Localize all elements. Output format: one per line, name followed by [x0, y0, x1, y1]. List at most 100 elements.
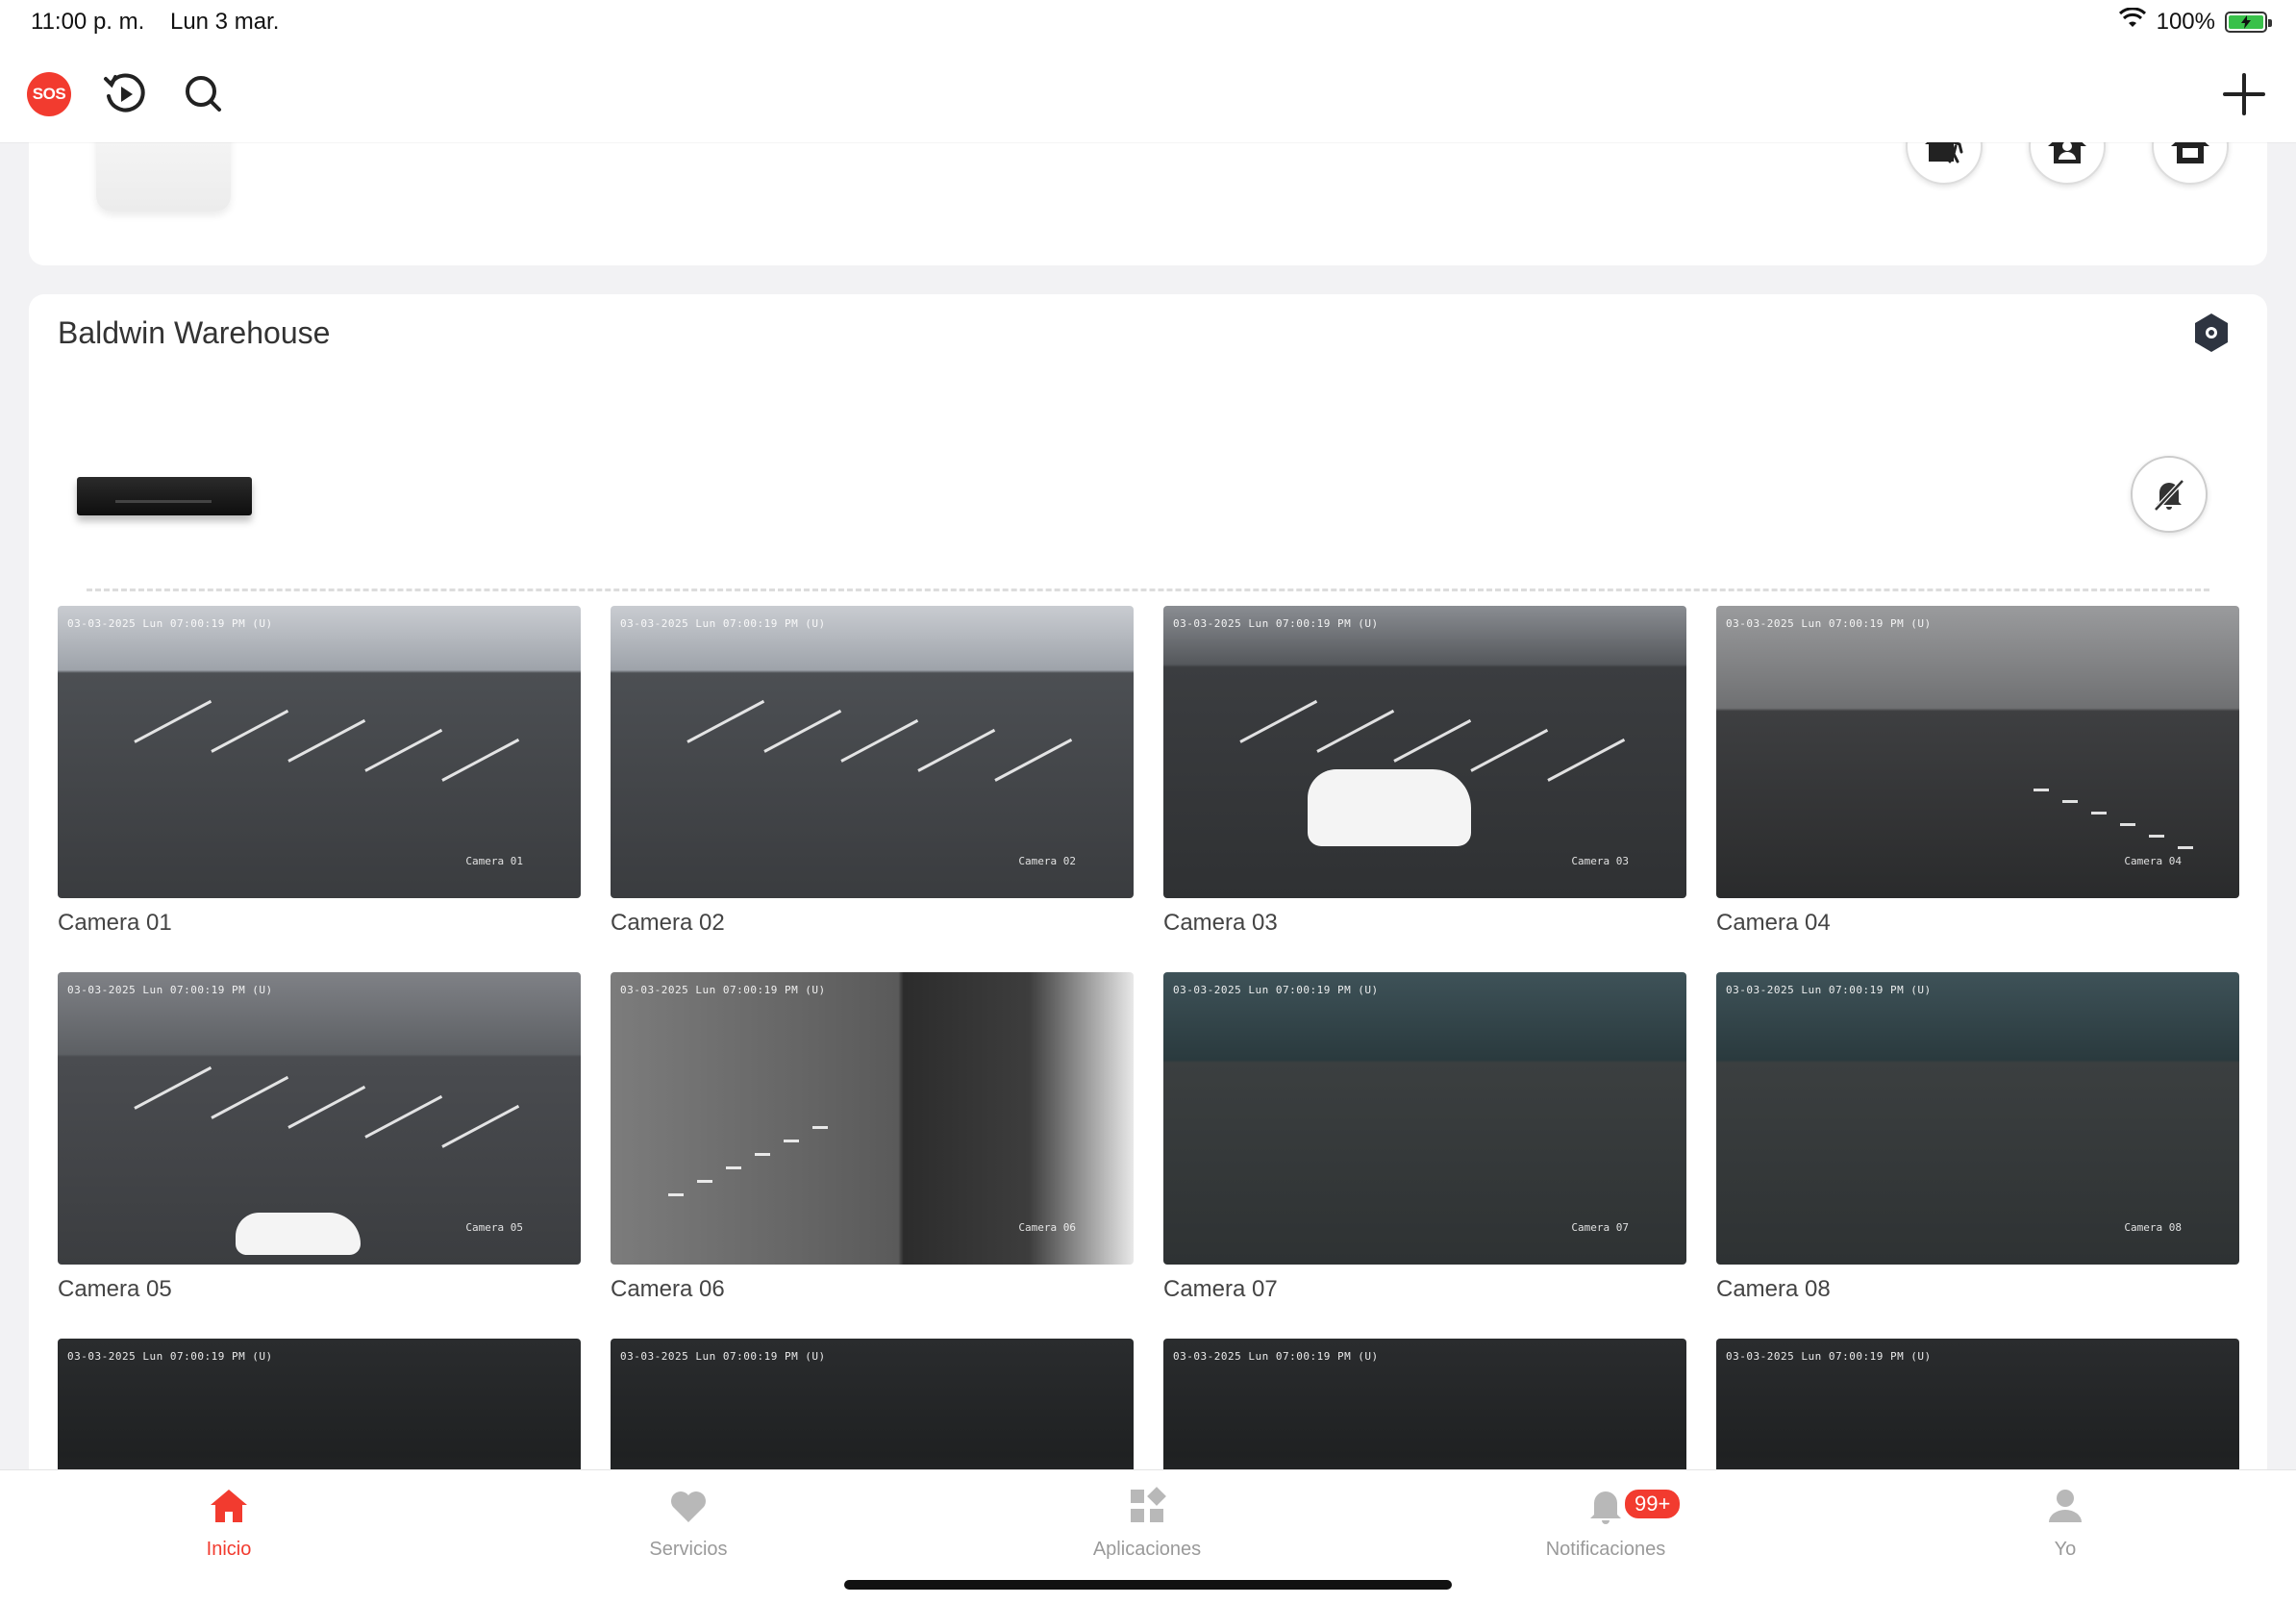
camera-tile[interactable]: 03-03-2025 Lun 07:00:19 PM (U) Camera 06 C…: [611, 972, 1134, 1303]
camera-tile[interactable]: 03-03-2025 Lun 07:00:19 PM (U) Camera 01 C…: [58, 606, 581, 937]
reflector-strip: [726, 1166, 741, 1169]
camera-osd-label: Camera 04: [2124, 855, 2182, 867]
camera-tile[interactable]: 03-03-2025 Lun 07:00:19 PM (U) Camera 04 C…: [1716, 606, 2239, 937]
status-clock: 11:00 p. m.: [31, 9, 145, 35]
tab-notificaciones[interactable]: Notificaciones 99+: [1461, 1484, 1750, 1561]
camera-tile[interactable]: 03-03-2025 Lun 07:00:19 PM (U): [1716, 1339, 2239, 1469]
reflector-strip: [668, 1193, 684, 1196]
camera-tile[interactable]: 03-03-2025 Lun 07:00:19 PM (U) Camera 03 C…: [1163, 606, 1686, 937]
tab-label: Notificaciones: [1545, 1539, 1666, 1560]
camera-thumbnail[interactable]: 03-03-2025 Lun 07:00:19 PM (U) Camera 04: [1716, 606, 2239, 898]
search-icon[interactable]: [179, 69, 229, 119]
parking-line: [917, 728, 996, 772]
camera-osd-label: Camera 06: [1018, 1221, 1076, 1234]
reflector-strip: [2120, 823, 2135, 826]
parking-line: [441, 738, 520, 782]
camera-thumbnail[interactable]: 03-03-2025 Lun 07:00:19 PM (U) Camera 08: [1716, 972, 2239, 1265]
tab-label: Inicio: [206, 1539, 252, 1560]
bell-off-icon: [2154, 479, 2184, 512]
camera-timestamp: 03-03-2025 Lun 07:00:19 PM (U): [620, 984, 826, 996]
camera-osd-label: Camera 05: [465, 1221, 523, 1234]
wifi-icon: [2118, 7, 2147, 36]
camera-name: Camera 08: [1716, 1276, 1831, 1302]
away-mode-button[interactable]: [1906, 142, 1983, 185]
parking-line: [287, 718, 366, 763]
camera-timestamp: 03-03-2025 Lun 07:00:19 PM (U): [1726, 984, 1932, 996]
home-content[interactable]: Baldwin Warehouse 03-03-2025 Lun 07:00:1…: [0, 142, 2296, 1469]
parking-line: [364, 728, 443, 772]
tab-aplicaciones[interactable]: Aplicaciones: [1003, 1484, 1291, 1561]
parking-line: [134, 699, 212, 743]
camera-thumbnail[interactable]: 03-03-2025 Lun 07:00:19 PM (U) Camera 07: [1163, 972, 1686, 1265]
battery-percent: 100%: [2156, 8, 2215, 35]
camera-thumbnail[interactable]: 03-03-2025 Lun 07:00:19 PM (U): [1716, 1339, 2239, 1469]
camera-tile[interactable]: 03-03-2025 Lun 07:00:19 PM (U): [58, 1339, 581, 1469]
camera-tile[interactable]: 03-03-2025 Lun 07:00:19 PM (U) Camera 08 C…: [1716, 972, 2239, 1303]
camera-name: Camera 03: [1163, 910, 1278, 936]
camera-name: Camera 05: [58, 1276, 172, 1302]
hub-device-image[interactable]: [96, 142, 231, 212]
tab-label: Servicios: [649, 1539, 728, 1560]
camera-timestamp: 03-03-2025 Lun 07:00:19 PM (U): [67, 984, 273, 996]
reflector-strip: [2149, 835, 2164, 838]
home-indicator: [844, 1580, 1452, 1590]
camera-name: Camera 01: [58, 910, 172, 936]
heart-icon: [666, 1484, 711, 1533]
camera-osd-label: Camera 01: [465, 855, 523, 867]
camera-timestamp: 03-03-2025 Lun 07:00:19 PM (U): [1173, 1350, 1379, 1363]
camera-thumbnail[interactable]: 03-03-2025 Lun 07:00:19 PM (U) Camera 06: [611, 972, 1134, 1265]
parking-line: [441, 1104, 520, 1148]
camera-thumbnail[interactable]: 03-03-2025 Lun 07:00:19 PM (U): [1163, 1339, 1686, 1469]
playback-icon[interactable]: [100, 69, 150, 119]
parking-line: [1547, 738, 1626, 782]
reflector-strip: [697, 1180, 712, 1183]
settings-icon[interactable]: [2190, 312, 2233, 354]
parking-line: [840, 718, 919, 763]
reflector-strip: [784, 1140, 799, 1142]
camera-thumbnail[interactable]: 03-03-2025 Lun 07:00:19 PM (U) Camera 03: [1163, 606, 1686, 898]
plus-icon[interactable]: [2219, 69, 2269, 119]
nvr-device-image[interactable]: [77, 477, 252, 515]
camera-tile[interactable]: 03-03-2025 Lun 07:00:19 PM (U) Camera 02 C…: [611, 606, 1134, 937]
camera-thumbnail[interactable]: 03-03-2025 Lun 07:00:19 PM (U) Camera 05: [58, 972, 581, 1265]
camera-thumbnail[interactable]: 03-03-2025 Lun 07:00:19 PM (U) Camera 02: [611, 606, 1134, 898]
camera-osd-label: Camera 07: [1571, 1221, 1629, 1234]
camera-tile[interactable]: 03-03-2025 Lun 07:00:19 PM (U): [611, 1339, 1134, 1469]
tab-label: Yo: [2054, 1539, 2077, 1560]
tab-inicio[interactable]: Inicio: [85, 1484, 373, 1561]
stay-mode-button[interactable]: [2029, 142, 2106, 185]
top-nav: SOS: [0, 46, 2296, 142]
camera-thumbnail[interactable]: 03-03-2025 Lun 07:00:19 PM (U) Camera 01: [58, 606, 581, 898]
parking-line: [1393, 718, 1472, 763]
camera-name: Camera 06: [611, 1276, 725, 1302]
camera-tile[interactable]: 03-03-2025 Lun 07:00:19 PM (U): [1163, 1339, 1686, 1469]
tab-yo[interactable]: Yo: [1921, 1484, 2209, 1561]
camera-osd-label: Camera 03: [1571, 855, 1629, 867]
camera-timestamp: 03-03-2025 Lun 07:00:19 PM (U): [1726, 617, 1932, 630]
home-mode-button[interactable]: [2152, 142, 2229, 185]
battery-icon: [2225, 11, 2272, 33]
parking-line: [1316, 709, 1395, 753]
reflector-strip: [2091, 812, 2107, 815]
security-hub-card: [29, 142, 2267, 265]
parking-line: [994, 738, 1073, 782]
camera-name: Camera 02: [611, 910, 725, 936]
camera-tile[interactable]: 03-03-2025 Lun 07:00:19 PM (U) Camera 05 C…: [58, 972, 581, 1303]
camera-timestamp: 03-03-2025 Lun 07:00:19 PM (U): [620, 1350, 826, 1363]
alarm-mute-button[interactable]: [2131, 456, 2208, 533]
camera-timestamp: 03-03-2025 Lun 07:00:19 PM (U): [1173, 984, 1379, 996]
reflector-strip: [812, 1126, 828, 1129]
tab-servicios[interactable]: Servicios: [544, 1484, 833, 1561]
camera-thumbnail[interactable]: 03-03-2025 Lun 07:00:19 PM (U): [611, 1339, 1134, 1469]
parking-line: [134, 1065, 212, 1110]
sos-button[interactable]: SOS: [27, 72, 71, 116]
status-date: Lun 3 mar.: [169, 9, 280, 35]
stay-mode-icon: [2048, 142, 2086, 163]
vehicle-shape: [1308, 769, 1471, 846]
camera-thumbnail[interactable]: 03-03-2025 Lun 07:00:19 PM (U): [58, 1339, 581, 1469]
parking-line: [1470, 728, 1549, 772]
reflector-strip: [2062, 800, 2078, 803]
camera-timestamp: 03-03-2025 Lun 07:00:19 PM (U): [1173, 617, 1379, 630]
camera-tile[interactable]: 03-03-2025 Lun 07:00:19 PM (U) Camera 07 C…: [1163, 972, 1686, 1303]
parking-line: [287, 1085, 366, 1129]
